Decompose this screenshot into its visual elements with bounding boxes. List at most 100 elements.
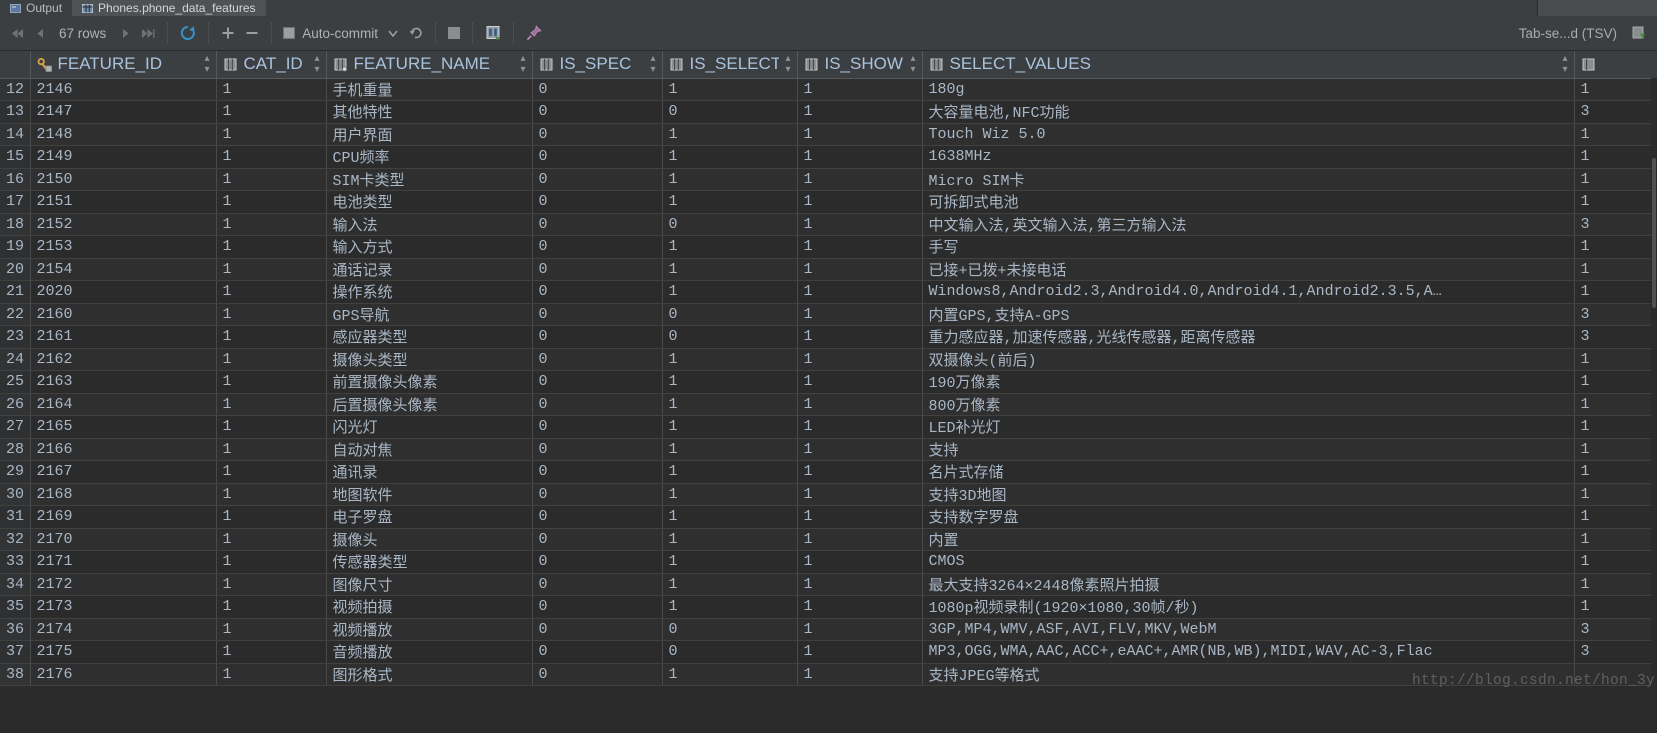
rollback-button[interactable] [404,20,428,46]
table-row[interactable]: 16 2150 1 SIM卡类型 0 1 1 Micro SIM卡 1 [0,168,1657,191]
cell-cat-id[interactable]: 1 [216,370,327,394]
cell-feature-id[interactable]: 2172 [30,573,217,596]
column-header-is-show[interactable]: IS_SHOW ▴ ▾ [797,51,923,79]
row-number[interactable]: 36 [0,618,31,641]
row-number[interactable]: 30 [0,483,31,506]
cell-overflow[interactable]: 1 [1574,348,1657,371]
cell-is-show[interactable]: 1 [797,595,923,619]
cell-overflow[interactable]: 1 [1574,123,1657,146]
table-row[interactable]: 24 2162 1 摄像头类型 0 1 1 双摄像头(前后) 1 [0,348,1657,371]
cell-cat-id[interactable]: 1 [216,483,327,506]
cell-feature-name[interactable]: 摄像头 [326,528,533,551]
cell-feature-name[interactable]: 前置摄像头像素 [326,370,533,394]
cell-is-spec[interactable]: 0 [532,303,663,326]
row-number[interactable]: 19 [0,235,31,259]
row-number[interactable]: 35 [0,595,31,619]
cell-is-select[interactable]: 1 [662,415,798,439]
cell-overflow[interactable]: 3 [1574,640,1657,664]
cell-select-values[interactable]: 支持JPEG等格式 [922,663,1575,686]
cell-feature-id[interactable]: 2153 [30,235,217,259]
cell-is-select[interactable]: 1 [662,505,798,529]
cell-is-spec[interactable]: 0 [532,550,663,574]
table-row[interactable]: 20 2154 1 通话记录 0 1 1 已接+已拨+未接电话 1 [0,258,1657,281]
cell-is-show[interactable]: 1 [797,505,923,529]
cell-is-spec[interactable]: 0 [532,168,663,191]
column-header-overflow[interactable] [1574,51,1657,79]
row-number[interactable]: 17 [0,190,31,214]
cell-feature-name[interactable]: 音频播放 [326,640,533,664]
cell-is-select[interactable]: 1 [662,573,798,596]
cell-cat-id[interactable]: 1 [216,303,327,326]
cell-cat-id[interactable]: 1 [216,258,327,281]
cell-overflow[interactable]: 3 [1574,618,1657,641]
cell-is-select[interactable]: 1 [662,78,798,101]
cell-is-select[interactable]: 1 [662,595,798,619]
vertical-scrollbar[interactable] [1651,78,1657,733]
cell-cat-id[interactable]: 1 [216,505,327,529]
format-settings-button[interactable] [1627,20,1651,46]
cell-overflow[interactable]: 1 [1574,415,1657,439]
row-number[interactable]: 24 [0,348,31,371]
column-header-feature-name[interactable]: FEATURE_NAME ▴ ▾ [326,51,533,79]
cell-cat-id[interactable]: 1 [216,528,327,551]
cell-is-spec[interactable]: 0 [532,483,663,506]
cell-is-spec[interactable]: 0 [532,528,663,551]
cell-feature-name[interactable]: 电子罗盘 [326,505,533,529]
cell-feature-id[interactable]: 2176 [30,663,217,686]
row-number[interactable]: 15 [0,145,31,169]
table-row[interactable]: 21 2020 1 操作系统 0 1 1 Windows8,Android2.3,Androi… [0,280,1657,304]
cell-overflow[interactable] [1574,663,1657,686]
row-number[interactable]: 38 [0,663,31,686]
cell-feature-id[interactable]: 2163 [30,370,217,394]
table-row[interactable]: 12 2146 1 手机重量 0 1 1 180g 1 [0,78,1657,101]
row-number[interactable]: 20 [0,258,31,281]
previous-page-button[interactable] [29,20,51,46]
cell-select-values[interactable]: Windows8,Android2.3,Android4.0,Android4.… [922,280,1575,304]
row-number[interactable]: 33 [0,550,31,574]
stop-button[interactable] [443,20,465,46]
cell-select-values[interactable]: LED补光灯 [922,415,1575,439]
column-header-select-values[interactable]: SELECT_VALUES ▴ ▾ [922,51,1575,79]
sort-indicator-icon[interactable]: ▴ ▾ [520,53,525,75]
cell-feature-id[interactable]: 2150 [30,168,217,191]
cell-is-spec[interactable]: 0 [532,280,663,304]
table-row[interactable]: 19 2153 1 输入方式 0 1 1 手写 1 [0,235,1657,259]
cell-is-spec[interactable]: 0 [532,100,663,124]
cell-is-select[interactable]: 1 [662,190,798,214]
table-row[interactable]: 32 2170 1 摄像头 0 1 1 内置 1 [0,528,1657,551]
cell-is-show[interactable]: 1 [797,528,923,551]
row-number[interactable]: 16 [0,168,31,191]
cell-select-values[interactable]: 双摄像头(前后) [922,348,1575,371]
column-header-is-select[interactable]: IS_SELECT ▴ ▾ [662,51,798,79]
cell-select-values[interactable]: 最大支持3264×2448像素照片拍摄 [922,573,1575,596]
cell-select-values[interactable]: 1080p视频录制(1920×1080,30帧/秒) [922,595,1575,619]
cell-feature-id[interactable]: 2154 [30,258,217,281]
table-row[interactable]: 34 2172 1 图像尺寸 0 1 1 最大支持3264×2448像素照片拍摄 1 [0,573,1657,596]
cell-cat-id[interactable]: 1 [216,618,327,641]
cell-is-select[interactable]: 1 [662,168,798,191]
cell-is-select[interactable]: 1 [662,348,798,371]
reload-button[interactable] [175,20,201,46]
vertical-scrollbar-thumb[interactable] [1652,158,1656,308]
sort-indicator-icon[interactable]: ▴ ▾ [1562,53,1567,75]
cell-feature-id[interactable]: 2170 [30,528,217,551]
cell-cat-id[interactable]: 1 [216,393,327,416]
cell-feature-name[interactable]: 自动对焦 [326,438,533,461]
cell-feature-name[interactable]: 图形格式 [326,663,533,686]
cell-is-select[interactable]: 0 [662,325,798,349]
cell-is-show[interactable]: 1 [797,168,923,191]
table-row[interactable]: 17 2151 1 电池类型 0 1 1 可拆卸式电池 1 [0,190,1657,214]
cell-feature-id[interactable]: 2146 [30,78,217,101]
cell-is-show[interactable]: 1 [797,460,923,484]
auto-commit-dropdown-button[interactable] [382,20,404,46]
cell-is-select[interactable]: 1 [662,550,798,574]
cell-is-select[interactable]: 1 [662,280,798,304]
auto-commit-toggle[interactable]: Auto-commit [279,20,382,46]
cell-feature-name[interactable]: 其他特性 [326,100,533,124]
table-row[interactable]: 31 2169 1 电子罗盘 0 1 1 支持数字罗盘 1 [0,505,1657,529]
cell-select-values[interactable]: 中文输入法,英文输入法,第三方输入法 [922,213,1575,236]
cell-cat-id[interactable]: 1 [216,235,327,259]
cell-overflow[interactable]: 3 [1574,100,1657,124]
cell-feature-name[interactable]: CPU频率 [326,145,533,169]
tab-phone-data-features[interactable]: Phones.phone_data_features [72,0,266,16]
